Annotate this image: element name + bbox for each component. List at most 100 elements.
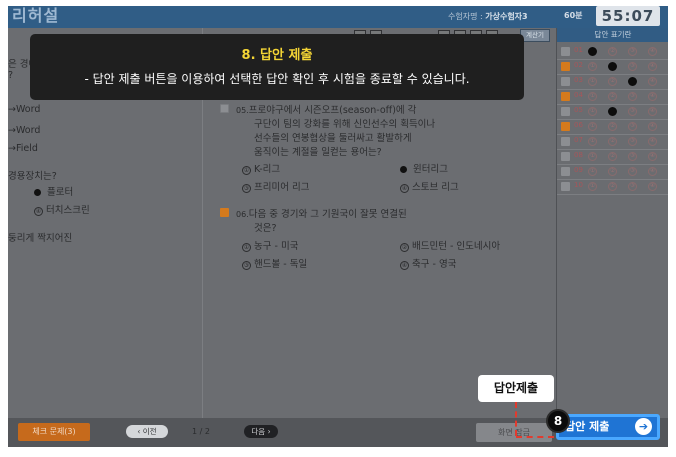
answer-choice-bubble[interactable]: ① (588, 77, 597, 86)
left-option-text: 플로터 (47, 187, 74, 198)
answer-choice-bubble[interactable]: ① (588, 92, 597, 101)
answer-option[interactable]: ④ 축구 - 영국 (400, 256, 456, 270)
answer-choice-bubble[interactable]: ② (608, 122, 617, 131)
answer-option[interactable]: ④ 스토브 리그 (400, 179, 459, 193)
answer-sheet-row: 02 ① ② ③ ④ (561, 61, 667, 73)
answer-choice-bubble[interactable]: ② (608, 182, 617, 191)
answer-choice-bubble[interactable]: ② (608, 47, 617, 56)
row-check-box[interactable] (561, 122, 570, 131)
answer-choice-bubble[interactable]: ④ (648, 62, 657, 71)
answer-choice-bubble[interactable]: ④ (648, 152, 657, 161)
previous-button[interactable]: ‹ 이전 (126, 425, 168, 438)
row-check-box[interactable] (561, 137, 570, 146)
answer-choice-bubble[interactable]: ③ (628, 122, 637, 131)
answer-choice-bubble[interactable]: ① (588, 62, 597, 71)
answer-choice-bubble[interactable]: ④ (648, 77, 657, 86)
answer-choice-bubble[interactable]: ② (608, 167, 617, 176)
callout-connector (516, 436, 554, 438)
answer-option[interactable]: ① 농구 - 미국 (242, 238, 298, 252)
row-check-box[interactable] (561, 107, 570, 116)
question-text: 06.다음 중 경기와 그 기원국이 잘못 연결된 (236, 209, 407, 220)
answer-option[interactable]: ② 배드민턴 - 인도네시아 (400, 238, 500, 252)
answer-choice-bubble[interactable]: ③ (628, 92, 637, 101)
answer-choice-bubble[interactable]: ③ (628, 62, 637, 71)
answer-choice-bubble[interactable]: ② (608, 77, 617, 86)
row-check-box[interactable] (561, 47, 570, 56)
answer-choice-bubble[interactable]: ③ (628, 107, 637, 116)
answer-choice-bubble[interactable]: ④ (648, 167, 657, 176)
option-circle-icon: ③ (242, 261, 251, 270)
answer-choice-bubble[interactable]: ③ (628, 182, 637, 191)
check-questions-button[interactable]: 체크 문제(3) (18, 423, 90, 441)
answer-choice-bubble[interactable]: ③ (628, 152, 637, 161)
answer-choice-bubble[interactable]: ③ (628, 167, 637, 176)
left-text-line: 둥리게 짝지어진 (8, 233, 73, 244)
left-option-selected[interactable]: 플로터 (34, 184, 73, 198)
answer-choice-bubble[interactable]: ① (588, 47, 597, 56)
answer-choice-bubble[interactable]: ① (588, 107, 597, 116)
question-number: 07 (574, 136, 583, 144)
answer-choice-bubble[interactable]: ① (588, 122, 597, 131)
answer-choice-bubble[interactable]: ④ (648, 107, 657, 116)
option-circle-icon: ② (400, 243, 409, 252)
answer-choice-bubble[interactable]: ④ (648, 92, 657, 101)
left-option[interactable]: ④ 터치스크린 (34, 202, 90, 216)
answer-sheet-row: 03 ① ② ③ ④ (561, 76, 667, 88)
next-button[interactable]: 다음 › (244, 425, 278, 438)
left-text-line: →Field (8, 143, 38, 154)
answer-choice-bubble[interactable]: ③ (628, 137, 637, 146)
brand-title: 리허설 (12, 6, 60, 25)
answer-choice-bubble[interactable]: ④ (648, 122, 657, 131)
question-number: 05 (574, 106, 583, 114)
answer-choice-bubble[interactable]: ③ (628, 77, 637, 86)
answer-choice-bubble[interactable]: ② (608, 152, 617, 161)
answer-choice-bubble[interactable]: ④ (648, 182, 657, 191)
left-option-text: 터치스크린 (46, 205, 90, 216)
question-check-box-checked[interactable] (220, 208, 229, 217)
answer-choice-bubble[interactable]: ① (588, 167, 597, 176)
row-check-box[interactable] (561, 77, 570, 86)
row-check-box[interactable] (561, 167, 570, 176)
answer-sheet-row: 04 ① ② ③ ④ (561, 91, 667, 103)
answer-choice-bubble[interactable]: ① (588, 137, 597, 146)
row-check-box[interactable] (561, 92, 570, 101)
tutorial-description: - 답안 제출 버튼을 이용하여 선택한 답안 확인 후 시험을 종료할 수 있… (84, 72, 470, 86)
answer-option[interactable]: ① K-리그 (242, 161, 280, 175)
question-number: 03 (574, 76, 583, 84)
option-circle-icon: ③ (242, 184, 251, 193)
answer-choice-bubble[interactable]: ② (608, 137, 617, 146)
row-check-box[interactable] (561, 152, 570, 161)
tutorial-tooltip: 8. 답안 제출 - 답안 제출 버튼을 이용하여 선택한 답안 확인 후 시험… (30, 34, 524, 100)
question-number: 10 (574, 181, 583, 189)
chevron-right-icon: › (265, 427, 271, 436)
row-divider (557, 179, 668, 180)
answer-option[interactable]: ③ 핸드볼 - 독일 (242, 256, 307, 270)
screen-lock-button[interactable]: 화면 잠금 (476, 423, 552, 442)
answer-choice-bubble[interactable]: ② (608, 107, 617, 116)
question-text: 구단이 팀의 강화를 위해 신인선수의 획득이나 (254, 119, 436, 130)
answer-choice-bubble[interactable]: ② (608, 62, 617, 71)
answer-choice-bubble[interactable]: ① (588, 182, 597, 191)
answer-choice-bubble[interactable]: ④ (648, 47, 657, 56)
selected-dot-icon (34, 189, 41, 196)
answer-sheet-title: 답안 표기란 (557, 28, 668, 42)
row-divider (557, 104, 668, 105)
left-text-line: →Word (8, 125, 41, 136)
row-check-box[interactable] (561, 62, 570, 71)
row-check-box[interactable] (561, 182, 570, 191)
answer-choice-bubble[interactable]: ① (588, 152, 597, 161)
question-check-box[interactable] (220, 104, 229, 113)
submit-callout-label: 답안제출 (478, 375, 554, 402)
answer-option[interactable]: ③ 프리미어 리그 (242, 179, 309, 193)
option-circle-icon: ① (242, 166, 251, 175)
row-divider (557, 149, 668, 150)
answer-choice-bubble[interactable]: ④ (648, 137, 657, 146)
answer-option-selected[interactable]: 윈터리그 (400, 161, 448, 175)
submit-answers-button[interactable]: 답안 제출 ➔ (556, 414, 660, 440)
left-text-line: →Word (8, 104, 41, 115)
tutorial-title: 8. 답안 제출 (241, 48, 313, 63)
answer-choice-bubble[interactable]: ③ (628, 47, 637, 56)
answer-choice-bubble[interactable]: ② (608, 92, 617, 101)
page-indicator: 1 / 2 (192, 427, 210, 436)
row-divider (557, 89, 668, 90)
